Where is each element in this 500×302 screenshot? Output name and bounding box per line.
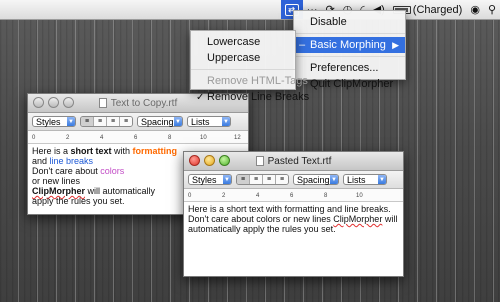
styles-popup[interactable]: Styles ▼ (32, 116, 76, 127)
menu-item-basic-morphing[interactable]: – Basic Morphing ▶ (294, 37, 405, 53)
menu-bar: ⇄ ··· ⟳ ◷ ◜ ◀) (Charged) ◉ ⚲ (0, 0, 500, 20)
align-left-button[interactable]: ≡ (81, 117, 94, 126)
window-controls (189, 155, 230, 166)
popup-arrow-icon: ▼ (378, 175, 386, 184)
user-icon[interactable]: ◉ (466, 0, 484, 19)
align-right-button[interactable]: ≡ (120, 117, 132, 126)
submenu-arrow-icon: ▶ (392, 39, 399, 50)
menu-item-remove-line-breaks[interactable]: ✓ Remove Line Breaks (191, 89, 309, 105)
minimize-button[interactable] (204, 155, 215, 166)
popup-arrow-icon: ▼ (223, 175, 231, 184)
align-center-button[interactable]: ≡ (250, 175, 263, 184)
menu-separator (191, 69, 295, 70)
ruler-label: 2 (222, 193, 226, 199)
menu-separator (294, 56, 405, 57)
close-button[interactable] (33, 97, 44, 108)
document-icon (98, 98, 107, 108)
spacing-popup[interactable]: Spacing ▼ (293, 174, 339, 185)
menu-item-disable[interactable]: Disable (294, 14, 405, 30)
ruler-label: 10 (200, 135, 207, 141)
menu-item-remove-html-tags[interactable]: Remove HTML-Tags (191, 73, 308, 89)
ruler-label: 8 (324, 193, 328, 199)
ruler-label: 4 (256, 193, 260, 199)
window-titlebar[interactable]: Pasted Text.rtf (184, 152, 403, 171)
ruler-label: 2 (66, 135, 70, 141)
format-toolbar: Styles ▼ ≡ ≡ ≡ ≡ Spacing ▼ Lists ▼ (184, 171, 403, 189)
ruler-label: 4 (100, 135, 104, 141)
ruler-label: 8 (168, 135, 172, 141)
align-center-button[interactable]: ≡ (94, 117, 107, 126)
pasted-text: ClipMorpher (333, 214, 383, 224)
ruler-label: 6 (134, 135, 138, 141)
styles-label: Styles (36, 116, 61, 127)
lists-popup[interactable]: Lists ▼ (343, 174, 387, 185)
alignment-control: ≡ ≡ ≡ ≡ (80, 116, 133, 127)
spacing-label: Spacing (297, 174, 330, 185)
menu-item-quit[interactable]: Quit ClipMorpher (294, 76, 405, 92)
ruler-label: 0 (188, 193, 192, 199)
spacing-label: Spacing (141, 116, 174, 127)
align-left-button[interactable]: ≡ (237, 175, 250, 184)
spotlight-icon[interactable]: ⚲ (484, 0, 500, 19)
zoom-button[interactable] (63, 97, 74, 108)
ruler-label: 6 (290, 193, 294, 199)
styles-popup[interactable]: Styles ▼ (188, 174, 232, 185)
popup-arrow-icon: ▼ (174, 117, 182, 126)
clipmorpher-menu: Disable – Basic Morphing ▶ Preferences..… (293, 10, 406, 90)
align-justify-button[interactable]: ≡ (263, 175, 276, 184)
close-button[interactable] (189, 155, 200, 166)
spacing-popup[interactable]: Spacing ▼ (137, 116, 183, 127)
align-justify-button[interactable]: ≡ (107, 117, 120, 126)
alignment-control: ≡ ≡ ≡ ≡ (236, 174, 289, 185)
menu-item-preferences[interactable]: Preferences... (294, 60, 405, 76)
document-icon (255, 156, 264, 166)
format-toolbar: Styles ▼ ≡ ≡ ≡ ≡ Spacing ▼ Lists ▼ (28, 113, 248, 131)
document-text[interactable]: Here is a short text with formatting and… (184, 202, 403, 236)
popup-arrow-icon: ▼ (67, 117, 75, 126)
ruler[interactable]: 0 2 4 6 8 10 (184, 189, 403, 202)
align-right-button[interactable]: ≡ (276, 175, 288, 184)
dash-icon: – (299, 39, 306, 51)
ruler[interactable]: 0 2 4 6 8 10 12 (28, 131, 248, 144)
minimize-button[interactable] (48, 97, 59, 108)
lists-label: Lists (191, 116, 210, 127)
window-title: Text to Copy.rtf (110, 97, 178, 109)
ruler-label: 10 (356, 193, 363, 199)
checkmark-icon: ✓ (196, 91, 205, 103)
basic-morphing-submenu: Lowercase Uppercase Remove HTML-Tags ✓ R… (190, 30, 309, 103)
ruler-label: 12 (234, 135, 241, 141)
lists-popup[interactable]: Lists ▼ (187, 116, 231, 127)
window-controls (33, 97, 74, 108)
popup-arrow-icon: ▼ (222, 117, 230, 126)
lists-label: Lists (347, 174, 366, 185)
menu-item-uppercase[interactable]: Uppercase (191, 50, 295, 66)
menu-item-lowercase[interactable]: Lowercase (191, 34, 295, 50)
zoom-button[interactable] (219, 155, 230, 166)
window-title: Pasted Text.rtf (267, 155, 332, 167)
menu-separator (294, 33, 405, 34)
battery-status: (Charged) (412, 3, 463, 16)
ruler-label: 0 (32, 135, 36, 141)
popup-arrow-icon: ▼ (330, 175, 338, 184)
styles-label: Styles (192, 174, 217, 185)
pasted-text-window: Pasted Text.rtf Styles ▼ ≡ ≡ ≡ ≡ Spacing… (183, 151, 404, 277)
